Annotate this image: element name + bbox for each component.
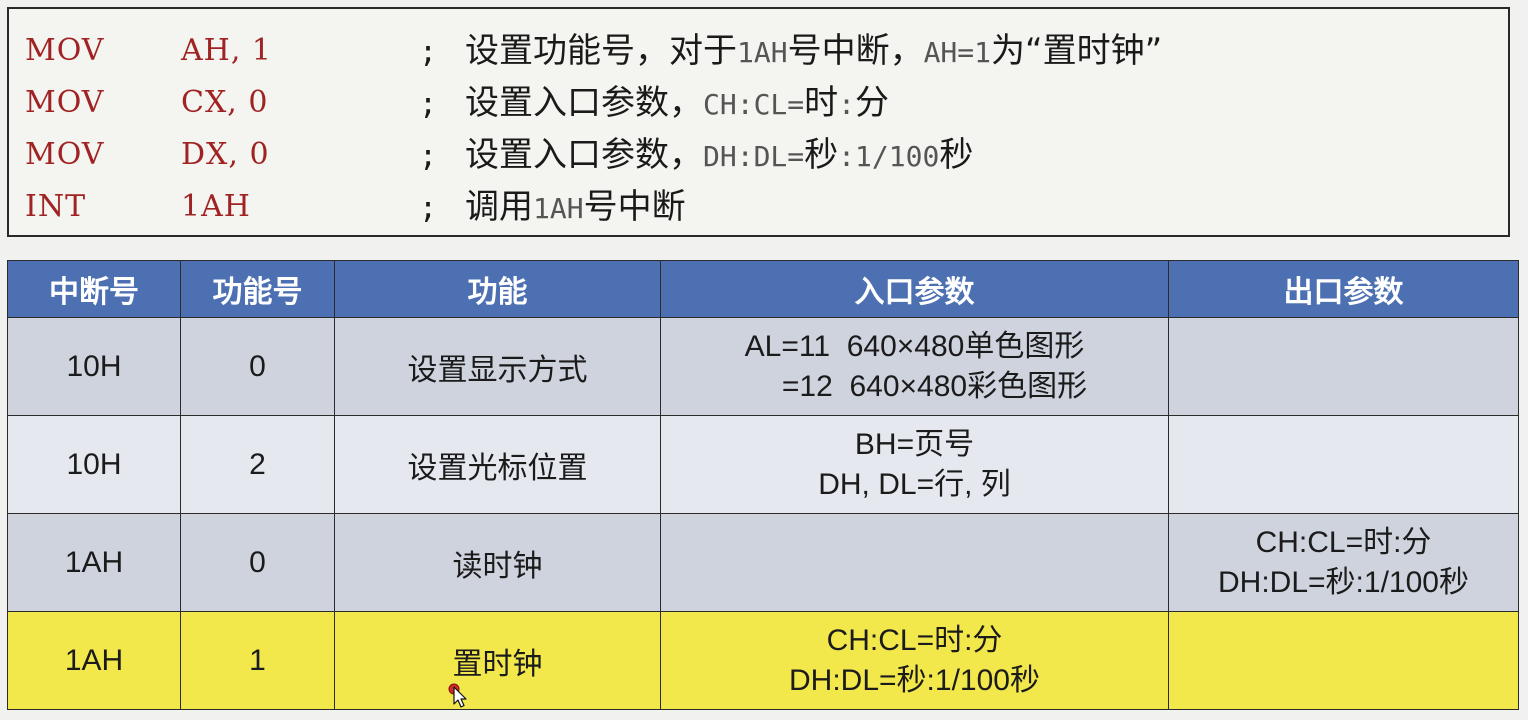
cell-function: 置时钟 xyxy=(334,611,661,710)
comment-code-segment: 1AH xyxy=(737,36,788,69)
comment-text-segment: 设置功能号，对于 xyxy=(465,31,737,71)
cell-entry-params: AL=11 640×480单色图形 =12 640×480彩色图形 xyxy=(660,317,1169,416)
comment-code-segment: CH:CL= xyxy=(703,88,805,121)
comment-code-segment: 1AH xyxy=(533,192,584,225)
entry-line: BH=页号 xyxy=(854,427,975,461)
code-args: 1AH xyxy=(181,189,251,224)
code-line-4: INT 1AH ; 调用1AH号中断 xyxy=(25,181,1505,233)
interrupt-table: 中断号 功能号 功能 入口参数 出口参数 10H 0 设置显示方式 AL=11 … xyxy=(7,260,1519,710)
code-op: MOV xyxy=(25,85,105,120)
code-semicolon: ; xyxy=(419,139,438,174)
cell-exit-params xyxy=(1168,611,1519,710)
entry-line: AL=11 640×480单色图形 xyxy=(744,329,1085,363)
cell-entry-params: BH=页号 DH, DL=行, 列 xyxy=(660,415,1169,514)
cell-interrupt-number: 1AH xyxy=(7,513,181,612)
code-args: AH, 1 xyxy=(181,33,272,68)
cell-interrupt-number: 10H xyxy=(7,415,181,514)
cell-entry-params xyxy=(660,513,1169,612)
table-row: 10H 0 设置显示方式 AL=11 640×480单色图形 =12 640×4… xyxy=(7,317,1519,416)
comment-text-segment: 号中断， xyxy=(787,31,924,71)
code-line-1: MOV AH, 1 ; 设置功能号，对于1AH号中断，AH=1为“置时钟” xyxy=(25,25,1505,77)
cell-entry-params: CH:CL=时:分 DH:DL=秒:1/100秒 xyxy=(660,611,1169,710)
comment-code-segment: : xyxy=(838,88,856,121)
exit-line: CH:CL=时:分 xyxy=(1255,525,1432,559)
table-row: 1AH 0 读时钟 CH:CL=时:分 DH:DL=秒:1/100秒 xyxy=(7,513,1519,612)
entry-line: =12 640×480彩色图形 xyxy=(781,369,1088,403)
code-args: DX, 0 xyxy=(181,137,270,172)
col-header-exit-params: 出口参数 xyxy=(1168,260,1519,318)
code-line-3: MOV DX, 0 ; 设置入口参数，DH:DL=秒:1/100秒 xyxy=(25,129,1505,181)
code-op: MOV xyxy=(25,137,105,172)
code-comment: ; 设置入口参数，CH:CL=时:分 xyxy=(419,77,889,131)
cell-function-number: 1 xyxy=(180,611,335,710)
cell-function-number: 0 xyxy=(180,513,335,612)
entry-line: DH, DL=行, 列 xyxy=(818,467,1011,501)
code-semicolon: ; xyxy=(419,191,438,226)
code-comment: ; 设置功能号，对于1AH号中断，AH=1为“置时钟” xyxy=(419,25,1162,79)
comment-code-segment: AH=1 xyxy=(923,36,992,69)
comment-text-segment: 设置入口参数， xyxy=(465,83,703,123)
col-header-function-number: 功能号 xyxy=(180,260,335,318)
code-comment: ; 调用1AH号中断 xyxy=(419,181,686,235)
comment-text-segment: 秒 xyxy=(939,135,974,175)
table-row-highlighted: 1AH 1 置时钟 CH:CL=时:分 DH:DL=秒:1/100秒 xyxy=(7,611,1519,710)
cell-interrupt-number: 10H xyxy=(7,317,181,416)
comment-text-segment: 秒 xyxy=(804,135,839,175)
cell-function-number: 0 xyxy=(180,317,335,416)
comment-text-segment: 号中断 xyxy=(583,187,686,227)
comment-code-segment: :1/100 xyxy=(838,140,940,173)
code-op: INT xyxy=(25,189,87,224)
col-header-interrupt-number: 中断号 xyxy=(7,260,181,318)
cell-function: 读时钟 xyxy=(334,513,661,612)
table-row: 10H 2 设置光标位置 BH=页号 DH, DL=行, 列 xyxy=(7,415,1519,514)
col-header-function: 功能 xyxy=(334,260,661,318)
comment-text-segment: 设置入口参数， xyxy=(465,135,703,175)
pointer-cursor-icon xyxy=(448,683,467,708)
code-args: CX, 0 xyxy=(181,85,269,120)
comment-text-segment: 为“置时钟” xyxy=(991,31,1163,71)
code-comment: ; 设置入口参数，DH:DL=秒:1/100秒 xyxy=(419,129,973,183)
cell-exit-params xyxy=(1168,317,1519,416)
code-semicolon: ; xyxy=(419,87,438,122)
comment-text-segment: 调用 xyxy=(465,187,533,227)
exit-line: DH:DL=秒:1/100秒 xyxy=(1218,565,1469,599)
table-header-row: 中断号 功能号 功能 入口参数 出口参数 xyxy=(7,260,1519,318)
comment-code-segment: DH:DL= xyxy=(703,140,805,173)
entry-line: CH:CL=时:分 xyxy=(826,623,1003,657)
code-box: MOV AH, 1 ; 设置功能号，对于1AH号中断，AH=1为“置时钟” MOV… xyxy=(7,7,1510,237)
entry-line: DH:DL=秒:1/100秒 xyxy=(789,663,1040,697)
cell-interrupt-number: 1AH xyxy=(7,611,181,710)
code-op: MOV xyxy=(25,33,105,68)
cell-function: 设置光标位置 xyxy=(334,415,661,514)
cell-function: 设置显示方式 xyxy=(334,317,661,416)
code-line-2: MOV CX, 0 ; 设置入口参数，CH:CL=时:分 xyxy=(25,77,1505,129)
col-header-entry-params: 入口参数 xyxy=(660,260,1169,318)
cell-function-number: 2 xyxy=(180,415,335,514)
code-semicolon: ; xyxy=(419,35,438,70)
cell-exit-params xyxy=(1168,415,1519,514)
comment-text-segment: 分 xyxy=(855,83,890,123)
comment-text-segment: 时 xyxy=(804,83,839,123)
cell-exit-params: CH:CL=时:分 DH:DL=秒:1/100秒 xyxy=(1168,513,1519,612)
